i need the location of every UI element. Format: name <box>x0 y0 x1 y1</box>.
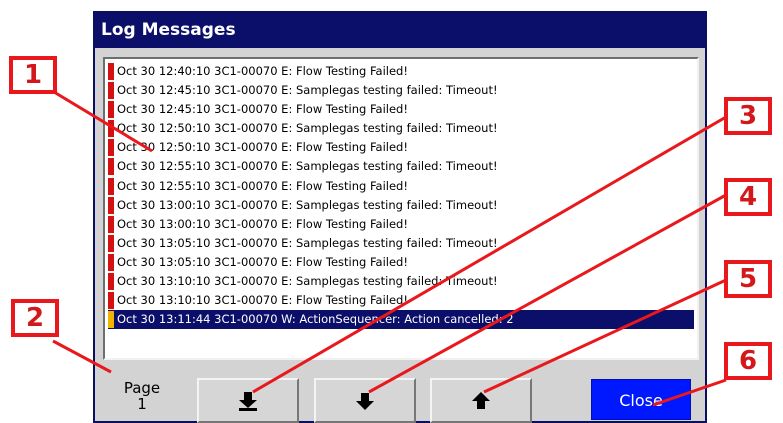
error-marker <box>108 101 114 119</box>
arrow-up-icon <box>472 391 490 409</box>
log-entry-text: Oct 30 12:55:10 3C1-00070 E: Flow Testin… <box>117 178 408 193</box>
log-messages-dialog: Log Messages Oct 30 12:40:10 3C1-00070 E… <box>93 11 707 423</box>
error-marker <box>108 196 114 214</box>
warning-marker <box>108 311 114 329</box>
dialog-title: Log Messages <box>95 13 705 48</box>
log-entry-row[interactable]: Oct 30 13:10:10 3C1-00070 E: Samplegas t… <box>108 272 694 291</box>
error-marker <box>108 292 114 310</box>
log-entry-row[interactable]: Oct 30 13:00:10 3C1-00070 E: Flow Testin… <box>108 215 694 234</box>
page-label: Page <box>123 379 161 397</box>
last-page-button[interactable] <box>197 378 299 423</box>
log-entry-text: Oct 30 12:55:10 3C1-00070 E: Samplegas t… <box>117 159 498 174</box>
log-entry-row[interactable]: Oct 30 12:55:10 3C1-00070 E: Samplegas t… <box>108 157 694 176</box>
log-entry-text: Oct 30 12:40:10 3C1-00070 E: Flow Testin… <box>117 64 408 78</box>
callout-5: 5 <box>724 260 772 298</box>
error-marker <box>108 273 114 291</box>
error-marker <box>108 253 114 271</box>
log-entry-text: Oct 30 13:00:10 3C1-00070 E: Flow Testin… <box>117 216 408 231</box>
log-entry-row[interactable]: Oct 30 12:40:10 3C1-00070 E: Flow Testin… <box>108 62 694 81</box>
page-indicator: Page 1 <box>109 380 175 412</box>
error-marker <box>108 120 114 138</box>
callout-2: 2 <box>11 299 59 337</box>
log-entry-row[interactable]: Oct 30 13:05:10 3C1-00070 E: Samplegas t… <box>108 234 694 253</box>
log-entry-row[interactable]: Oct 30 12:45:10 3C1-00070 E: Flow Testin… <box>108 100 694 119</box>
log-entry-text: Oct 30 13:00:10 3C1-00070 E: Samplegas t… <box>117 197 498 212</box>
log-entry-row[interactable]: Oct 30 12:50:10 3C1-00070 E: Samplegas t… <box>108 119 694 138</box>
error-marker <box>108 234 114 252</box>
error-marker <box>108 215 114 233</box>
arrow-down-to-bar-icon <box>239 391 257 411</box>
callout-4: 4 <box>724 178 772 216</box>
prev-page-button[interactable] <box>430 378 532 423</box>
log-entry-text: Oct 30 12:45:10 3C1-00070 E: Flow Testin… <box>117 102 408 117</box>
log-entry-text: Oct 30 13:10:10 3C1-00070 E: Samplegas t… <box>117 274 498 289</box>
callout-3: 3 <box>724 97 772 135</box>
dialog-body: Oct 30 12:40:10 3C1-00070 E: Flow Testin… <box>95 48 705 423</box>
callout-6: 6 <box>724 342 772 380</box>
screenshot: Log Messages Oct 30 12:40:10 3C1-00070 E… <box>0 0 783 423</box>
log-entry-text: Oct 30 12:50:10 3C1-00070 E: Flow Testin… <box>117 140 408 155</box>
log-entry-row[interactable]: Oct 30 13:10:10 3C1-00070 E: Flow Testin… <box>108 291 694 310</box>
log-entry-text: Oct 30 13:10:10 3C1-00070 E: Flow Testin… <box>117 293 408 308</box>
log-entry-row[interactable]: Oct 30 13:00:10 3C1-00070 E: Samplegas t… <box>108 196 694 215</box>
log-entry-text: Oct 30 13:05:10 3C1-00070 E: Flow Testin… <box>117 254 408 269</box>
log-entry-row[interactable]: Oct 30 12:50:10 3C1-00070 E: Flow Testin… <box>108 138 694 157</box>
log-entry-text: Oct 30 13:11:44 3C1-00070 W: ActionSeque… <box>117 312 514 327</box>
log-entry-text: Oct 30 12:50:10 3C1-00070 E: Samplegas t… <box>117 121 498 136</box>
log-list: Oct 30 12:40:10 3C1-00070 E: Flow Testin… <box>108 62 694 330</box>
next-page-button[interactable] <box>314 378 416 423</box>
log-entry-row[interactable]: Oct 30 12:55:10 3C1-00070 E: Flow Testin… <box>108 177 694 196</box>
log-entry-row[interactable]: Oct 30 12:45:10 3C1-00070 E: Samplegas t… <box>108 81 694 100</box>
error-marker <box>108 139 114 157</box>
log-entry-text: Oct 30 13:05:10 3C1-00070 E: Samplegas t… <box>117 235 498 250</box>
log-entry-text: Oct 30 12:45:10 3C1-00070 E: Samplegas t… <box>117 83 498 98</box>
arrow-down-icon <box>356 392 374 410</box>
log-entry-row[interactable]: Oct 30 13:05:10 3C1-00070 E: Flow Testin… <box>108 253 694 272</box>
error-marker <box>108 177 114 195</box>
callout-1: 1 <box>9 56 57 94</box>
error-marker <box>108 158 114 176</box>
error-marker <box>108 63 114 80</box>
error-marker <box>108 82 114 100</box>
log-list-box[interactable]: Oct 30 12:40:10 3C1-00070 E: Flow Testin… <box>103 57 699 360</box>
page-number: 1 <box>137 395 147 413</box>
close-button[interactable]: Close <box>591 379 691 420</box>
log-entry-row[interactable]: Oct 30 13:11:44 3C1-00070 W: ActionSeque… <box>108 310 694 330</box>
